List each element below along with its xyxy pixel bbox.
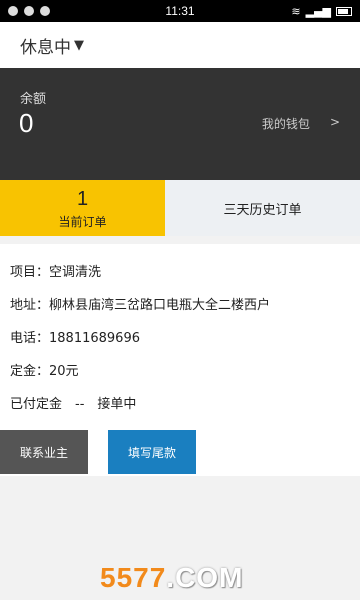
- watermark-domain: .COM: [166, 562, 244, 593]
- notification-icons: [8, 6, 50, 16]
- tab-history-label: 三天历史订单: [223, 202, 302, 218]
- fill-balance-button[interactable]: 填写尾款: [108, 430, 196, 474]
- order-phone[interactable]: 电话：18811689696: [10, 327, 140, 346]
- chevron-right-icon: >: [329, 115, 340, 129]
- balance-amount: 0: [19, 108, 34, 138]
- order-project: 项目：空调清洗: [10, 265, 102, 280]
- wallet-link[interactable]: 我的钱包 >: [262, 115, 340, 132]
- contact-owner-button[interactable]: 联系业主: [0, 430, 88, 474]
- tab-history-orders[interactable]: 三天历史订单: [165, 180, 360, 236]
- work-status-selector[interactable]: 休息中 ▼: [0, 22, 360, 68]
- battery-icon: [336, 6, 352, 16]
- dropdown-arrow-icon: ▼: [74, 37, 84, 53]
- android-icon: [24, 6, 34, 16]
- order-address: 地址：柳林县庙湾三岔路口电瓶大全二楼西户: [10, 298, 271, 313]
- order-paid-status: 已付定金 -- 接单中: [10, 397, 137, 412]
- message-icon: [40, 6, 50, 16]
- wallet-label: 我的钱包: [261, 117, 310, 131]
- status-indicators: ≋ ▂▄▆: [291, 5, 352, 18]
- status-bar: 11:31 ≋ ▂▄▆: [0, 0, 360, 22]
- order-deposit: 定金：20元: [10, 364, 79, 379]
- signal-icon: ▂▄▆: [305, 4, 331, 18]
- order-card: 项目：空调清洗 地址：柳林县庙湾三岔路口电瓶大全二楼西户 电话：18811689…: [0, 244, 360, 476]
- current-order-count: 1: [76, 188, 89, 210]
- watermark-number: 5577: [100, 562, 167, 593]
- balance-label: 余额: [20, 92, 47, 107]
- tab-current-orders[interactable]: 1 当前订单: [0, 180, 165, 236]
- watermark-logo: 5577.COM: [100, 562, 243, 594]
- notification-icon: [8, 6, 18, 16]
- work-status-label: 休息中: [20, 37, 71, 58]
- balance-panel: 余额 0 我的钱包 >: [0, 68, 360, 180]
- order-tabs: 1 当前订单 三天历史订单: [0, 180, 360, 236]
- wifi-icon: ≋: [291, 4, 301, 18]
- tab-current-label: 当前订单: [58, 215, 107, 229]
